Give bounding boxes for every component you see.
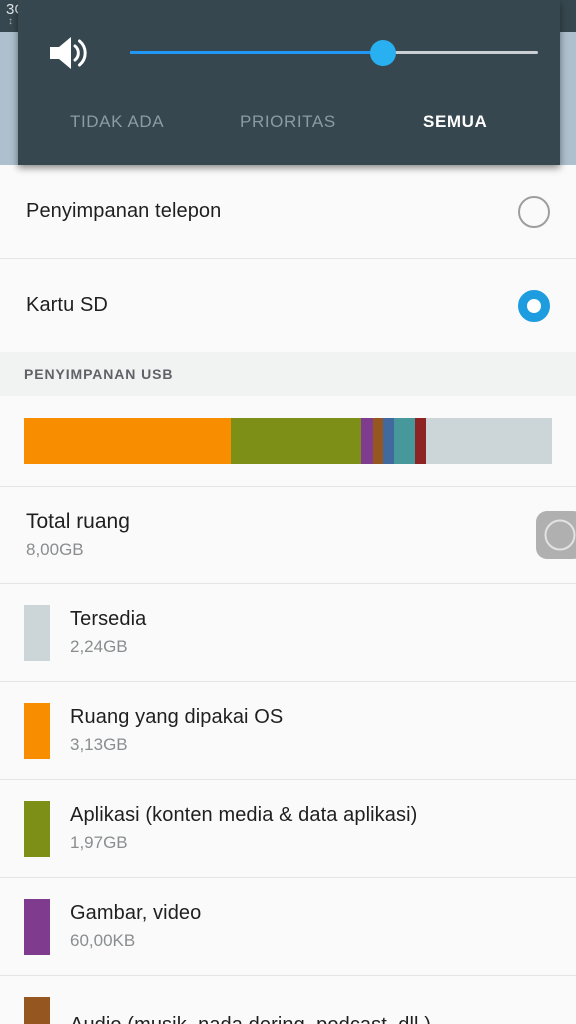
storage-settings-list: Penyimpanan telepon Kartu SD PENYIMPANAN… [0, 165, 576, 1024]
volume-slider-row [18, 24, 560, 80]
radio-phone-storage[interactable] [518, 195, 550, 228]
tab-semua[interactable]: SEMUA [423, 112, 487, 132]
interruption-tabs: TIDAK ADA PRIORITAS SEMUA [18, 98, 560, 146]
storage-legend-list: Tersedia 2,24GB Ruang yang dipakai OS 3,13G… [0, 584, 576, 1024]
legend-value: 60,00KB [70, 931, 136, 950]
legend-texts: Ruang yang dipakai OS 3,13GB [70, 704, 283, 757]
storage-option-phone-label: Penyimpanan telepon [26, 200, 222, 222]
total-space-row[interactable]: Total ruang 8,00GB [0, 487, 576, 583]
total-space-value: 8,00GB [26, 540, 84, 559]
legend-row[interactable]: Gambar, video 60,00KB [0, 878, 576, 975]
touch-indicator-ring [544, 519, 576, 551]
section-header-label: PENYIMPANAN USB [24, 366, 174, 382]
legend-label: Audio (musik, nada dering, podcast, dll.… [70, 1012, 431, 1024]
total-space-texts: Total ruang 8,00GB [26, 508, 130, 562]
usage-bar-segment [394, 418, 416, 464]
storage-option-sdcard[interactable]: Kartu SD [0, 259, 576, 352]
legend-label: Gambar, video [70, 902, 202, 924]
legend-color-swatch [24, 604, 50, 661]
slider-thumb[interactable] [369, 40, 396, 66]
legend-label: Tersedia [70, 608, 147, 630]
slider-fill [130, 51, 383, 54]
total-space-title: Total ruang [26, 510, 130, 533]
usage-bar-segment [426, 418, 552, 464]
legend-color-swatch [24, 996, 50, 1024]
storage-usage-bar [24, 418, 552, 464]
data-transfer-arrows-icon: ↕ [8, 16, 13, 27]
legend-texts: Gambar, video 60,00KB [70, 900, 201, 953]
legend-row[interactable]: Tersedia 2,24GB [0, 584, 576, 681]
storage-option-sdcard-label: Kartu SD [26, 294, 108, 316]
legend-label: Aplikasi (konten media & data aplikasi) [70, 804, 418, 826]
legend-texts: Tersedia 2,24GB [70, 606, 146, 659]
legend-texts: Aplikasi (konten media & data aplikasi) 1… [70, 802, 417, 855]
legend-row[interactable]: Aplikasi (konten media & data aplikasi) 1… [0, 780, 576, 877]
usage-bar-segment [372, 418, 384, 464]
touch-indicator-icon [536, 511, 576, 559]
speaker-volume-icon[interactable] [46, 34, 90, 72]
legend-texts: Audio (musik, nada dering, podcast, dll.… [70, 1012, 431, 1024]
radio-sd-card[interactable] [518, 289, 550, 322]
legend-row[interactable]: Audio (musik, nada dering, podcast, dll.… [0, 976, 576, 1024]
usage-bar-segment [415, 418, 427, 464]
legend-value: 1,97GB [70, 833, 128, 852]
usage-bar-segment [383, 418, 395, 464]
tab-prioritas[interactable]: PRIORITAS [240, 112, 336, 132]
legend-label: Ruang yang dipakai OS [70, 706, 284, 728]
section-header-usb-storage: PENYIMPANAN USB [0, 352, 576, 396]
screen: 3G ↕ TIDAK ADA PRIORITAS SEMUA Penyimpan… [0, 0, 576, 1024]
storage-option-phone[interactable]: Penyimpanan telepon [0, 165, 576, 258]
legend-color-swatch [24, 800, 50, 857]
legend-value: 2,24GB [70, 637, 128, 656]
volume-slider[interactable] [130, 40, 538, 66]
usage-bar-segment [24, 418, 231, 464]
usage-bar-segment [360, 418, 373, 464]
storage-usage-bar-row [0, 396, 576, 486]
usage-bar-segment [230, 418, 361, 464]
legend-color-swatch [24, 898, 50, 955]
legend-row[interactable]: Ruang yang dipakai OS 3,13GB [0, 682, 576, 779]
legend-color-swatch [24, 702, 50, 759]
tab-tidak-ada[interactable]: TIDAK ADA [70, 112, 164, 132]
legend-value: 3,13GB [70, 735, 128, 754]
volume-panel: TIDAK ADA PRIORITAS SEMUA [18, 0, 560, 165]
